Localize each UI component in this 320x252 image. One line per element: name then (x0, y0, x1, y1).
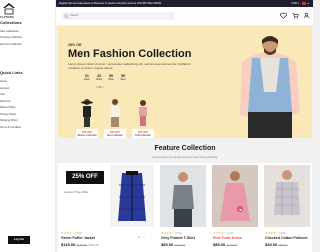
cart-icon[interactable] (292, 12, 299, 19)
sidebar: CLOTHING Collections New Collections Tre… (0, 0, 56, 252)
hero-banner: 25% Off Men Fashion Collection Lorem ips… (58, 26, 312, 138)
announcement-bar: Register Me and today based on Moreover … (56, 0, 313, 7)
sidebar-item-about[interactable]: About Us (0, 100, 11, 103)
product-card[interactable]: ★★★★☆ (4.0) Grey Printed T-Shirt $85.00 … (158, 163, 208, 252)
carousel-dots[interactable]: ● ○ ○ (138, 235, 145, 239)
currency-select[interactable]: USD (291, 2, 296, 5)
women-collection-label[interactable]: 25% OFF Women Collection (76, 129, 98, 138)
logo-text: CLOTHING (0, 16, 15, 19)
timer-mins: 59 Mins (108, 74, 114, 81)
topbar-controls: USD ▾ ● (291, 1, 309, 5)
announcement-text: Register Me and today based on Moreover … (59, 2, 162, 5)
hero-model-image (240, 36, 300, 138)
rating-stars: ★★★★☆ (4.0) (213, 231, 234, 235)
model-men[interactable]: 25% OFF Men Collection (104, 96, 126, 138)
product-name[interactable]: Grey Printed T-Shirt (161, 236, 195, 240)
logout-button[interactable]: Log Out (8, 236, 30, 244)
timer-days: 01 Days (84, 74, 90, 81)
timer-secs: 59 Secs (120, 74, 126, 81)
product-image[interactable] (110, 165, 154, 227)
pink-dress-image (212, 165, 258, 227)
offer-badge: 25% OFF (66, 171, 104, 184)
feature-title: Feature Collection (154, 145, 216, 152)
product-price: $49.00 $80.00 (265, 242, 288, 247)
chevron-down-icon[interactable]: ▾ (298, 2, 299, 5)
timer-hours: 23 Hours (95, 74, 103, 81)
flag-icon[interactable] (301, 1, 306, 5)
product-card[interactable]: ★★★★☆ (4.0) Pink Tunic Dress $89.00 $100… (210, 163, 260, 252)
quick-links-heading: Quick Links (0, 70, 23, 75)
search-input[interactable] (70, 13, 170, 17)
rating-stars: ★★★★☆ (4.0) (265, 231, 286, 235)
checked-pullover-image (264, 165, 310, 227)
sidebar-item-privacy-policy[interactable]: Privacy Policy (0, 113, 16, 116)
hero-title: Men Fashion Collection (68, 48, 192, 60)
user-icon[interactable]: ● (307, 2, 309, 5)
rating-stars: ★★★★☆ (4.0) (61, 231, 82, 235)
sidebar-item-terms[interactable]: Terms & Condition (0, 126, 21, 129)
product-image[interactable] (160, 165, 206, 227)
hero-pager[interactable]: < O > (96, 85, 104, 89)
search-icon[interactable] (64, 13, 69, 19)
product-image[interactable] (212, 165, 258, 227)
model-kids[interactable]: 25% OFF Kids Collection (132, 96, 154, 138)
rating-stars: ★★★★☆ (4.0) (161, 231, 182, 235)
heart-icon[interactable] (280, 12, 287, 19)
sidebar-item-home[interactable]: Home (0, 80, 7, 83)
product-card[interactable]: 25% OFF Limited Time Offer ● ○ ○ ★★★★☆ (… (58, 163, 156, 252)
model-women[interactable]: 25% OFF Women Collection (76, 96, 98, 138)
search-bar[interactable] (62, 12, 174, 20)
product-image[interactable] (264, 165, 310, 227)
product-name[interactable]: Green Puffer Jacket (61, 236, 95, 240)
sidebar-item-account[interactable]: Account (0, 87, 9, 90)
product-price: $119.00 $150.00 20% off (61, 242, 99, 247)
collections-heading: Collections (0, 20, 22, 25)
feature-subtitle: Lorem Ipsum is simply dummy text of the … (151, 155, 219, 159)
header (56, 7, 313, 25)
grey-tshirt-image (160, 165, 206, 227)
kid-image (139, 100, 147, 126)
sidebar-item-shipping-policy[interactable]: Shipping Policy (0, 119, 18, 122)
user-account-icon[interactable] (303, 12, 310, 19)
product-name[interactable]: Pink Tunic Dress (213, 236, 242, 240)
hero-discount-tag: 25% Off (68, 43, 82, 47)
sidebar-item-new-collections[interactable]: New Collections (0, 30, 19, 33)
product-name[interactable]: Checked Cotton Pullover (265, 236, 308, 240)
woman-image (81, 99, 93, 127)
kids-collection-label[interactable]: 25% OFF Kids Collection (132, 129, 154, 138)
sidebar-item-return-policy[interactable]: Return Policy (0, 106, 15, 109)
man-image (110, 99, 120, 127)
sidebar-item-trending-collection[interactable]: Trending Collection (0, 36, 22, 39)
product-price: $85.00 $125.00 (161, 242, 186, 247)
hero-description: Lorem ipsum dolor sit amet, consectetur … (68, 62, 191, 71)
sidebar-item-summer-collection[interactable]: Summer Collection (0, 43, 22, 46)
logo-icon[interactable] (2, 2, 16, 16)
product-row: 25% OFF Limited Time Offer ● ○ ○ ★★★★☆ (… (58, 163, 312, 252)
product-card[interactable]: ★★★★☆ (4.0) Checked Cotton Pullover $49.… (262, 163, 312, 252)
product-price: $89.00 $100.00 (213, 242, 238, 247)
offer-text: Limited Time Offer (64, 190, 89, 194)
men-collection-label[interactable]: 25% OFF Men Collection (104, 129, 126, 138)
puffer-jacket-image (118, 171, 146, 221)
sidebar-item-cart[interactable]: Cart (0, 93, 5, 96)
